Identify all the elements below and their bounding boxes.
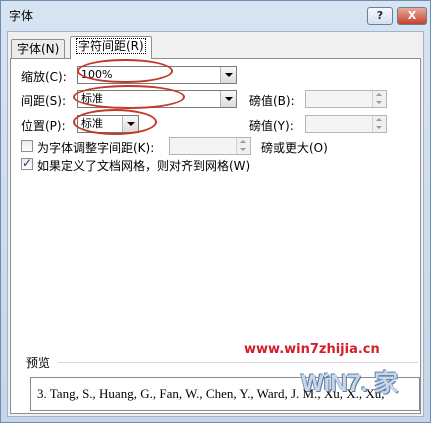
- annotation-ellipse-spacing: [73, 85, 185, 109]
- preview-label: 预览: [26, 356, 51, 370]
- watermark-logo: WiN7. 家: [301, 370, 399, 397]
- position-label: 位置(P):: [21, 119, 66, 133]
- spin-up-icon[interactable]: [372, 116, 386, 124]
- help-button[interactable]: ?: [367, 7, 393, 25]
- spin-down-icon[interactable]: [372, 124, 386, 132]
- dialog-body: 字体(N) 字符间距(R) 缩放(C): 100% 间距(S): 标准 磅值(B…: [7, 31, 424, 417]
- tab-font[interactable]: 字体(N): [11, 39, 66, 59]
- tab-character-spacing-label: 字符间距(R): [76, 38, 146, 54]
- spin-up-icon[interactable]: [236, 138, 250, 146]
- chevron-down-icon[interactable]: [220, 67, 236, 83]
- kerning-suffix-label: 磅或更大(O): [261, 141, 328, 155]
- font-dialog: 字体 ? X 字体(N) 字符间距(R) 缩放(C): 100% 间距(S): …: [0, 0, 431, 423]
- watermark-url: www.win7zhijia.cn: [244, 342, 380, 357]
- kerning-stepper[interactable]: [169, 137, 251, 155]
- spin-up-icon[interactable]: [372, 91, 386, 99]
- annotation-ellipse-position: [73, 109, 157, 135]
- window-title: 字体: [9, 9, 34, 23]
- title-bar: 字体 ? X: [1, 1, 430, 31]
- snap-to-grid-label: 如果定义了文档网格，则对齐到网格(W): [37, 159, 251, 173]
- close-button[interactable]: X: [397, 7, 427, 25]
- spin-down-icon[interactable]: [236, 146, 250, 154]
- position-by-label: 磅值(Y):: [249, 119, 294, 133]
- character-spacing-panel: 缩放(C): 100% 间距(S): 标准 磅值(B): 位置(P): 标准 磅…: [10, 58, 421, 414]
- kerning-checkbox[interactable]: [21, 140, 33, 152]
- spacing-by-label: 磅值(B):: [249, 94, 295, 108]
- scale-label: 缩放(C):: [21, 70, 67, 84]
- spacing-label: 间距(S):: [21, 94, 67, 108]
- spin-down-icon[interactable]: [372, 99, 386, 107]
- snap-to-grid-checkbox[interactable]: [21, 156, 33, 170]
- position-by-stepper[interactable]: [305, 115, 387, 133]
- chevron-down-icon[interactable]: [220, 91, 236, 107]
- tab-character-spacing[interactable]: 字符间距(R): [70, 36, 152, 59]
- annotation-ellipse-scale: [77, 59, 173, 83]
- spacing-by-stepper[interactable]: [305, 90, 387, 108]
- kerning-label: 为字体调整字间距(K):: [37, 141, 155, 155]
